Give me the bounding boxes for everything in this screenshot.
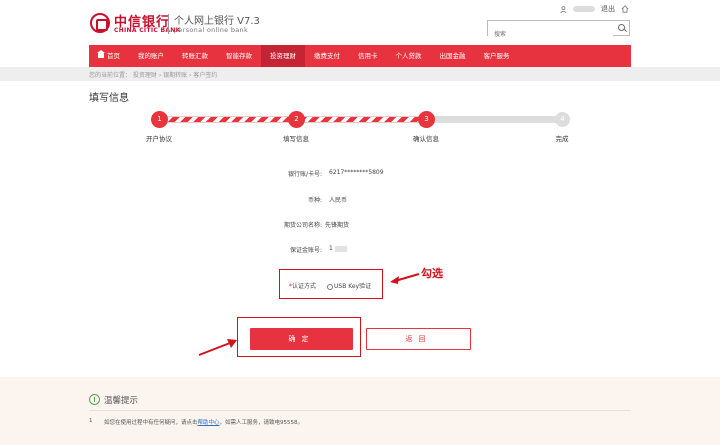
step-4-dot: 4 xyxy=(555,112,570,127)
nav-item-payment[interactable]: 缴费支付 xyxy=(305,45,349,67)
info-icon xyxy=(89,394,100,405)
help-center-link[interactable]: 帮助中心 xyxy=(198,420,220,426)
nav-item-smart-deposit[interactable]: 智能存款 xyxy=(217,45,261,67)
masked-value xyxy=(334,245,347,252)
auth-method-row: *认证方式 xyxy=(289,281,316,290)
home-icon[interactable] xyxy=(621,5,629,13)
nav-item-credit-card[interactable]: 信用卡 xyxy=(349,45,387,67)
tips-panel xyxy=(0,377,720,445)
margin-account-value: 1 xyxy=(329,245,347,252)
citic-logo-icon xyxy=(90,13,110,33)
username-masked xyxy=(573,6,595,12)
account-value: 6217********5809 xyxy=(329,169,384,176)
usb-key-radio[interactable] xyxy=(327,283,333,290)
progress-steps: 1 2 3 4 开户协议 填写信息 确认信息 完成 xyxy=(0,104,720,144)
back-button[interactable]: 返回 xyxy=(366,328,471,350)
logout-link[interactable]: 退出 xyxy=(601,4,615,14)
confirm-button[interactable]: 确定 xyxy=(250,328,353,350)
step-2-dot: 2 xyxy=(289,112,304,127)
step-2-label: 填写信息 xyxy=(283,135,309,143)
page-title: 填写信息 xyxy=(89,93,129,104)
breadcrumb: 您的当前位置： 投资理财 › 银期转账 › 客户签约 xyxy=(89,72,218,79)
nav-item-home[interactable]: 首页 xyxy=(89,45,129,67)
nav-item-my-account[interactable]: 我的账户 xyxy=(129,45,173,67)
progress-track-todo xyxy=(426,116,561,123)
nav-item-investment[interactable]: 投资理财 xyxy=(261,45,305,67)
currency-label: 币种: xyxy=(307,197,322,204)
company-label: 期货公司名称: xyxy=(283,222,322,229)
nav-item-personal-loan[interactable]: 个人贷款 xyxy=(387,45,431,67)
system-subtitle: personal online bank xyxy=(174,26,249,34)
tip-item: 如您在使用过程中有任何疑问，请点击帮助中心，如需人工服务，请致电95558。 xyxy=(104,420,304,426)
currency-value: 人民币 xyxy=(329,197,348,204)
tips-title: 温馨提示 xyxy=(104,396,139,406)
margin-account-label: 保证金账号: xyxy=(289,247,322,254)
header: 中信银行 CHINA CITIC BANK 个人网上银行 V7.3 person… xyxy=(0,0,720,45)
nav-item-overseas-finance[interactable]: 出国金融 xyxy=(431,45,475,67)
account-label: 银行账/卡号: xyxy=(287,171,322,178)
annotation-arrow-auth xyxy=(390,273,420,284)
user-icon xyxy=(560,5,567,13)
usb-key-label: USB Key验证 xyxy=(334,283,372,290)
bank-name-en: CHINA CITIC BANK xyxy=(114,27,181,34)
home-nav-icon xyxy=(96,50,105,58)
online-banking-page: 中信银行 CHINA CITIC BANK 个人网上银行 V7.3 person… xyxy=(0,0,720,445)
nav-item-transfer[interactable]: 转账汇款 xyxy=(173,45,217,67)
step-1-dot: 1 xyxy=(152,112,167,127)
annotation-arrow-confirm xyxy=(198,339,237,356)
step-1-label: 开户协议 xyxy=(146,135,172,143)
nav-item-customer-service[interactable]: 客户服务 xyxy=(475,45,519,67)
step-3-label: 确认信息 xyxy=(413,135,439,143)
company-value: 先锋期货 xyxy=(325,222,350,229)
search-box xyxy=(487,20,630,42)
user-area: 退出 xyxy=(560,4,629,14)
tip-number: 1 xyxy=(89,418,93,424)
usb-key-option[interactable]: USB Key验证 xyxy=(327,281,371,290)
annotation-text: 勾选 xyxy=(421,267,443,280)
search-icon[interactable] xyxy=(618,24,625,31)
step-4-label: 完成 xyxy=(555,135,569,143)
system-title: 个人网上银行 V7.3 xyxy=(174,16,260,27)
breadcrumb-bar: 您的当前位置： 投资理财 › 银期转账 › 客户签约 xyxy=(0,67,720,81)
tips-divider xyxy=(89,410,631,411)
auth-method-label: 认证方式 xyxy=(292,283,317,290)
header-divider xyxy=(168,14,169,34)
search-input[interactable] xyxy=(488,27,613,42)
step-3-dot: 3 xyxy=(419,112,434,127)
main-nav: 首页 我的账户 转账汇款 智能存款 投资理财 缴费支付 信用卡 个人贷款 出国金… xyxy=(89,45,631,67)
